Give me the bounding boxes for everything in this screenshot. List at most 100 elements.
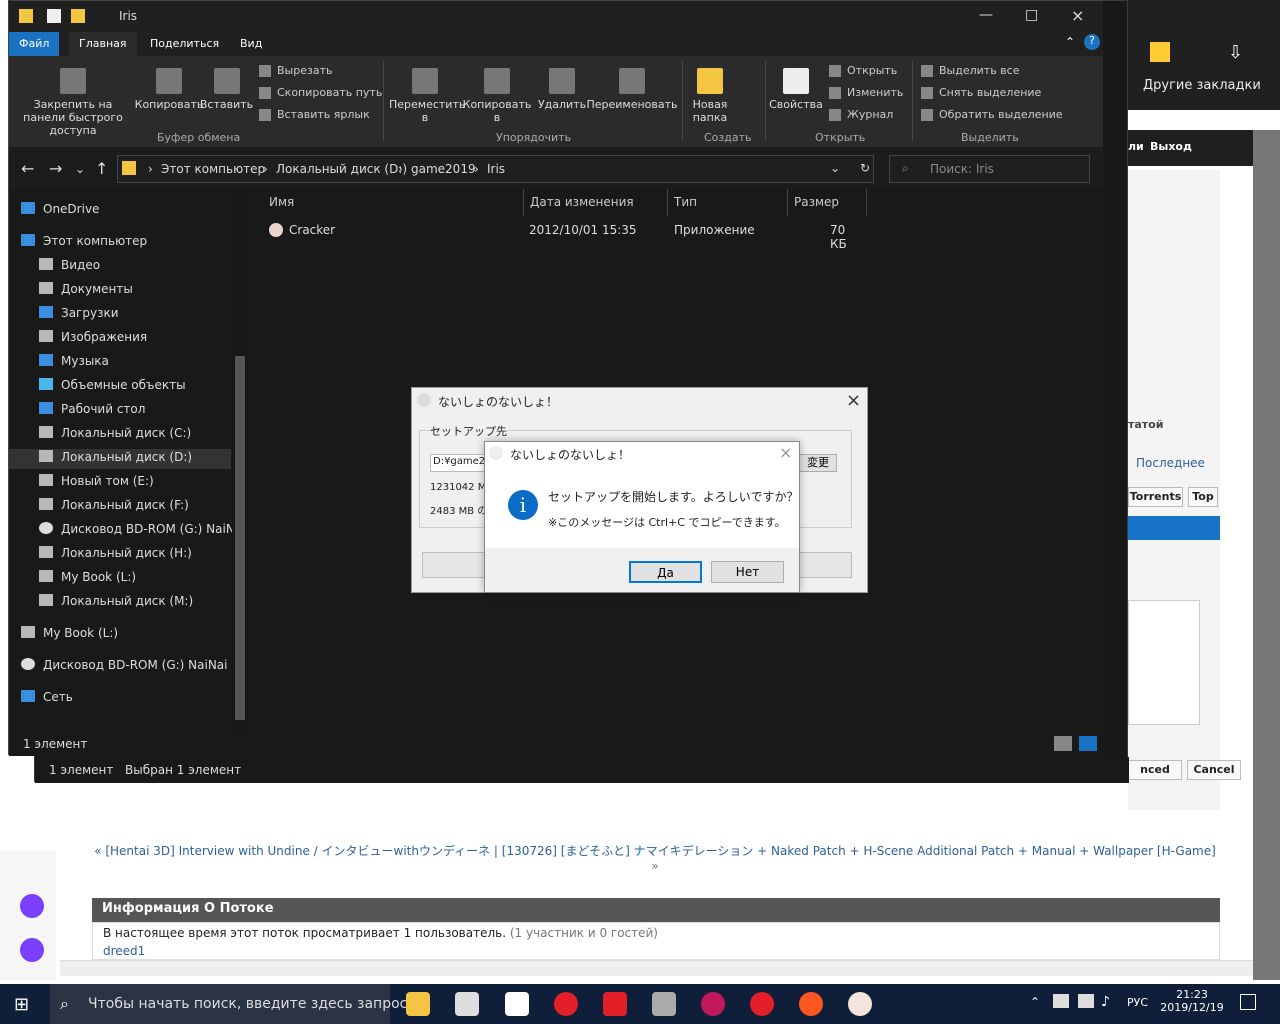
- cut-button[interactable]: Вырезать: [259, 64, 332, 77]
- new-folder-icon[interactable]: [71, 9, 85, 23]
- tray-up-icon[interactable]: ⌃: [1030, 995, 1040, 1009]
- path-box[interactable]: › Этот компьютер › Локальный диск (D:) ›…: [117, 155, 874, 183]
- opera-icon[interactable]: [554, 992, 578, 1016]
- alice-icon[interactable]: [20, 894, 44, 918]
- invert-selection-button[interactable]: Обратить выделение: [921, 108, 1063, 121]
- details-view-icon[interactable]: [1054, 736, 1072, 751]
- nav-drive-f[interactable]: Локальный диск (F:): [39, 495, 189, 515]
- nav-3d-objects[interactable]: Объемные объекты: [39, 375, 186, 395]
- close-icon[interactable]: ×: [1071, 6, 1084, 25]
- browser-horizontal-scrollbar[interactable]: [60, 960, 1253, 976]
- explorer-taskbar-icon[interactable]: [406, 992, 430, 1016]
- nav-video[interactable]: Видео: [39, 255, 100, 275]
- column-name[interactable]: Имя: [269, 195, 294, 215]
- maximize-icon[interactable]: □: [1025, 7, 1038, 23]
- tab-view[interactable]: Вид: [230, 32, 272, 56]
- alice-icon[interactable]: [20, 938, 44, 962]
- path-this-pc[interactable]: Этот компьютер: [161, 162, 265, 176]
- forward-arrow-icon[interactable]: →: [49, 159, 62, 178]
- path-game2019[interactable]: game2019: [411, 162, 476, 176]
- new-folder-button[interactable]: Новая папка: [685, 68, 735, 124]
- open-button[interactable]: Открыть: [829, 64, 897, 77]
- cancel-button[interactable]: Cancel: [1187, 760, 1241, 780]
- logout-link[interactable]: Выход: [1150, 140, 1192, 153]
- copy-path-button[interactable]: Скопировать путь: [259, 86, 382, 99]
- back-dialog-close-icon[interactable]: ×: [846, 390, 861, 411]
- nav-drive-m[interactable]: Локальный диск (M:): [39, 591, 193, 611]
- nav-music[interactable]: Музыка: [39, 351, 109, 371]
- collapse-ribbon-icon[interactable]: ⌃: [1065, 35, 1075, 49]
- change-path-button[interactable]: 変更: [799, 454, 837, 472]
- pin-button[interactable]: Закрепить на панели быстрого доступа: [14, 68, 132, 137]
- help-icon[interactable]: ?: [1084, 34, 1100, 50]
- path-iris[interactable]: Iris: [487, 162, 505, 176]
- torrents-button[interactable]: Torrents: [1128, 487, 1183, 507]
- yes-button[interactable]: Да: [629, 561, 702, 583]
- windows-start-icon[interactable]: ⊞: [14, 994, 29, 1015]
- nav-onedrive[interactable]: OneDrive: [21, 199, 99, 219]
- dialog-close-icon[interactable]: ×: [779, 443, 792, 462]
- properties-icon[interactable]: [47, 9, 61, 23]
- volume-icon[interactable]: ♪: [1101, 994, 1110, 1010]
- paste-button[interactable]: Вставить: [199, 68, 254, 111]
- paste-shortcut-button[interactable]: Вставить ярлык: [259, 108, 370, 121]
- recent-dropdown-icon[interactable]: ⌄: [75, 162, 85, 176]
- nainai-app-icon[interactable]: [848, 992, 872, 1016]
- minimize-icon[interactable]: —: [979, 7, 993, 23]
- select-all-button[interactable]: Выделить все: [921, 64, 1019, 77]
- up-arrow-icon[interactable]: ↑: [95, 159, 108, 178]
- download-icon[interactable]: ⇩: [1228, 42, 1243, 63]
- advanced-button[interactable]: nced: [1128, 760, 1182, 780]
- back-arrow-icon[interactable]: ←: [21, 159, 34, 178]
- nav-scroll-thumb[interactable]: [235, 356, 245, 720]
- copy-button[interactable]: Копировать: [134, 68, 204, 111]
- column-divider[interactable]: [866, 189, 867, 216]
- store-icon[interactable]: [455, 992, 479, 1016]
- nav-bd-rom-root[interactable]: Дисковод BD-ROM (G:) NaiNai: [21, 655, 228, 675]
- top-button[interactable]: Top: [1188, 487, 1218, 507]
- large-icons-view-icon[interactable]: [1079, 736, 1097, 751]
- nav-downloads[interactable]: Загрузки: [39, 303, 119, 323]
- nav-mybook-root[interactable]: My Book (L:): [21, 623, 118, 643]
- photos-icon[interactable]: [652, 992, 676, 1016]
- mail-icon[interactable]: [505, 992, 529, 1016]
- tab-home[interactable]: Главная: [69, 32, 137, 56]
- nav-drive-d[interactable]: Локальный диск (D:): [39, 447, 192, 467]
- setup-path-input[interactable]: D:¥game20: [430, 454, 490, 472]
- yandex-icon[interactable]: [603, 992, 627, 1016]
- last-post-link[interactable]: Последнее: [1136, 456, 1205, 470]
- nav-images[interactable]: Изображения: [39, 327, 147, 347]
- column-divider[interactable]: [787, 189, 788, 216]
- select-none-button[interactable]: Снять выделение: [921, 86, 1041, 99]
- column-date[interactable]: Дата изменения: [530, 195, 634, 215]
- clock[interactable]: 21:23 2019/12/19: [1160, 988, 1224, 1014]
- opera-gx-icon[interactable]: [701, 992, 725, 1016]
- previous-thread-link[interactable]: « [Hentai 3D] Interview with Undine / イン…: [94, 844, 1216, 858]
- delete-button[interactable]: Удалить: [537, 68, 587, 111]
- nav-network[interactable]: Сеть: [21, 687, 73, 707]
- tab-share[interactable]: Поделиться: [140, 32, 229, 56]
- nav-bd-rom-g[interactable]: Дисковод BD-ROM (G:) NaiNai: [39, 519, 246, 539]
- rename-button[interactable]: Переименовать: [586, 68, 678, 111]
- tray-monitor-icon[interactable]: [1053, 994, 1069, 1008]
- path-dropdown-icon[interactable]: ⌄: [830, 161, 840, 175]
- nav-mybook-l[interactable]: My Book (L:): [39, 567, 136, 587]
- bookmark-icon[interactable]: [1150, 42, 1170, 62]
- column-type[interactable]: Тип: [674, 195, 697, 215]
- properties-button[interactable]: Свойства: [767, 68, 825, 111]
- column-divider[interactable]: [667, 189, 668, 216]
- nav-desktop[interactable]: Рабочий стол: [39, 399, 145, 419]
- notification-icon[interactable]: [1240, 994, 1256, 1010]
- tray-network-icon[interactable]: [1078, 994, 1094, 1008]
- path-drive-d[interactable]: Локальный диск (D:): [276, 162, 407, 176]
- column-size[interactable]: Размер: [794, 195, 839, 215]
- edit-button[interactable]: Изменить: [829, 86, 903, 99]
- input-language[interactable]: РУС: [1127, 996, 1148, 1009]
- taskbar-search[interactable]: ⌕ Чтобы начать поиск, введите здесь запр…: [50, 984, 407, 1024]
- column-divider[interactable]: [523, 189, 524, 216]
- history-button[interactable]: Журнал: [829, 108, 893, 121]
- forum-textarea[interactable]: [1128, 600, 1200, 725]
- copy-to-button[interactable]: Копировать в: [461, 68, 533, 124]
- viewer-user[interactable]: dreed1: [103, 944, 1209, 958]
- tab-file[interactable]: Файл: [9, 32, 60, 56]
